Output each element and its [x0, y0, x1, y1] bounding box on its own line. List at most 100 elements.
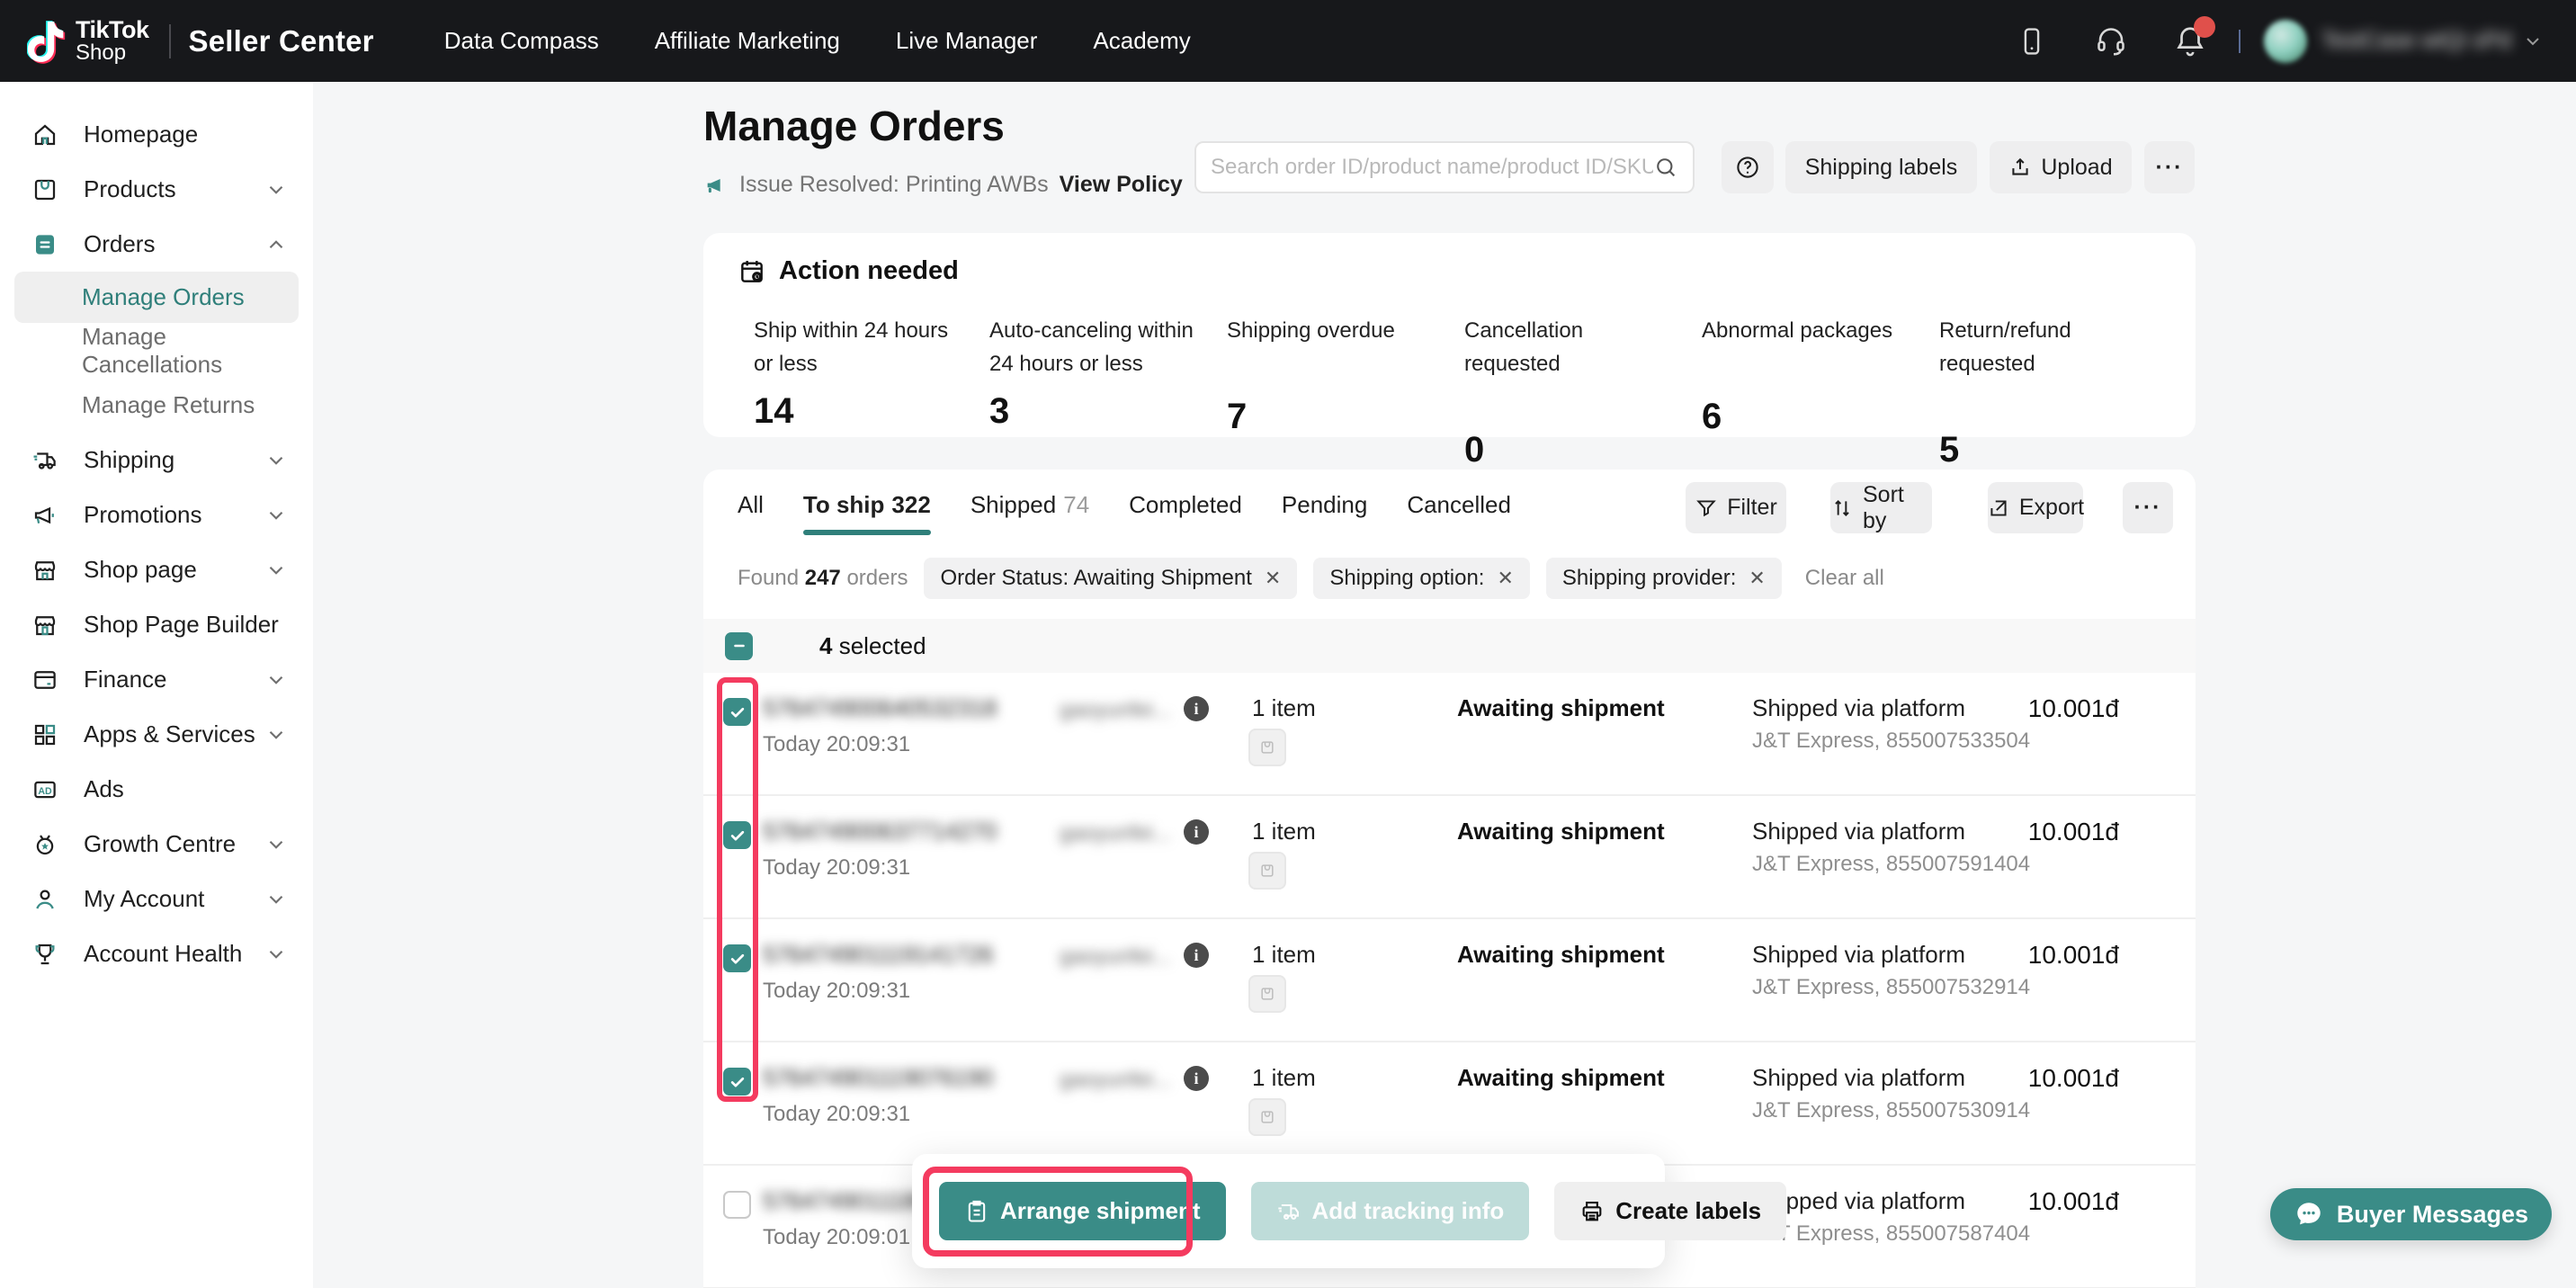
order-status: Awaiting shipment [1457, 818, 1665, 845]
buyer-messages-button[interactable]: Buyer Messages [2270, 1188, 2552, 1240]
stat-ship-within-24h[interactable]: Ship within 24 hours or less 14 [754, 314, 970, 432]
tab-to-ship[interactable]: To ship322 [803, 491, 931, 535]
view-policy-link[interactable]: View Policy [1060, 172, 1183, 198]
help-button[interactable] [1722, 141, 1774, 193]
stat-auto-canceling[interactable]: Auto-canceling within 24 hours or less 3 [989, 314, 1205, 432]
nav-item-live-manager[interactable]: Live Manager [896, 27, 1038, 55]
tab-cancelled[interactable]: Cancelled [1407, 491, 1511, 535]
clear-all-filters[interactable]: Clear all [1805, 566, 1884, 591]
row-checkbox[interactable] [723, 1191, 751, 1219]
row-checkbox[interactable] [723, 821, 751, 849]
upload-button[interactable]: Upload [1990, 141, 2132, 193]
buyer-name[interactable]: gaoyunfei... [1060, 698, 1171, 723]
order-id[interactable]: 576474900637714270 [763, 818, 997, 845]
shipping-labels-button[interactable]: Shipping labels [1785, 141, 1977, 193]
upload-icon [2008, 156, 2032, 179]
order-id[interactable]: 576474900640532318 [763, 694, 997, 722]
stat-shipping-overdue[interactable]: Shipping overdue 7 [1227, 314, 1443, 437]
product-thumbnail[interactable] [1248, 852, 1286, 890]
tab-completed[interactable]: Completed [1129, 491, 1242, 535]
headset-support-icon[interactable] [2093, 23, 2129, 59]
nav-item-affiliate-marketing[interactable]: Affiliate Marketing [655, 27, 840, 55]
info-icon[interactable]: i [1184, 943, 1209, 968]
order-id[interactable]: 576474901119076190 [763, 1064, 993, 1092]
add-tracking-info-button[interactable]: Add tracking info [1251, 1182, 1530, 1240]
chat-bubble-icon [2294, 1199, 2324, 1230]
buyer-name[interactable]: gaoyunfei... [1060, 1068, 1171, 1093]
close-icon[interactable]: ✕ [1265, 567, 1281, 590]
sidebar-item-shop-page[interactable]: Shop page [0, 542, 313, 597]
row-checkbox[interactable] [723, 698, 751, 726]
sidebar-item-apps-services[interactable]: Apps & Services [0, 707, 313, 762]
tab-pending[interactable]: Pending [1282, 491, 1367, 535]
filter-label: Filter [1727, 495, 1777, 521]
stat-cancellation-requested[interactable]: Cancellation requested 0 [1464, 314, 1680, 470]
sidebar-item-account-health[interactable]: Account Health [0, 926, 313, 981]
order-status: Awaiting shipment [1457, 941, 1665, 969]
filter-button[interactable]: Filter [1686, 482, 1786, 533]
sidebar-item-orders[interactable]: Orders [0, 217, 313, 272]
sidebar-item-growth-centre[interactable]: Growth Centre [0, 817, 313, 872]
info-icon[interactable]: i [1184, 696, 1209, 721]
close-icon[interactable]: ✕ [1749, 567, 1765, 590]
mobile-app-icon[interactable] [2014, 23, 2050, 59]
row-checkbox[interactable] [723, 1068, 751, 1096]
table-row[interactable]: 576474901119076190 Today 20:09:31 gaoyun… [703, 1042, 2196, 1166]
sidebar-item-finance[interactable]: Finance [0, 652, 313, 707]
table-row[interactable]: 576474900640532318 Today 20:09:31 gaoyun… [703, 673, 2196, 796]
filter-chip-shipping-option[interactable]: Shipping option: ✕ [1313, 558, 1530, 599]
create-labels-button[interactable]: Create labels [1554, 1182, 1786, 1240]
tab-all[interactable]: All [738, 491, 764, 535]
sidebar-item-ads[interactable]: AD Ads [0, 762, 313, 817]
home-icon [31, 121, 58, 148]
product-thumbnail[interactable] [1248, 975, 1286, 1013]
table-row[interactable]: 576474900637714270 Today 20:09:31 gaoyun… [703, 796, 2196, 919]
nav-item-data-compass[interactable]: Data Compass [444, 27, 599, 55]
filter-chip-order-status[interactable]: Order Status: Awaiting Shipment ✕ [924, 558, 1297, 599]
sidebar-item-shop-page-builder[interactable]: Shop Page Builder [0, 597, 313, 652]
info-icon[interactable]: i [1184, 819, 1209, 845]
stat-abnormal-packages[interactable]: Abnormal packages 6 [1702, 314, 1918, 437]
order-id[interactable]: 576474901119141726 [763, 941, 993, 969]
stat-return-refund-requested[interactable]: Return/refund requested 5 [1939, 314, 2155, 470]
notifications-bell-icon[interactable] [2172, 23, 2208, 59]
tab-shipped[interactable]: Shipped74 [970, 491, 1089, 535]
account-menu[interactable]: TestCase wtQi sPd [2264, 20, 2544, 63]
filter-chip-shipping-provider[interactable]: Shipping provider: ✕ [1546, 558, 1782, 599]
table-more-button[interactable]: ··· [2123, 482, 2173, 533]
tiktok-note-icon [27, 18, 67, 65]
select-all-checkbox[interactable] [725, 632, 753, 660]
row-checkbox[interactable] [723, 944, 751, 972]
sidebar-item-homepage[interactable]: Homepage [0, 107, 313, 162]
product-thumbnail[interactable] [1248, 729, 1286, 766]
sidebar-item-promotions[interactable]: Promotions [0, 487, 313, 542]
buyer-name[interactable]: gaoyunfei... [1060, 944, 1171, 970]
sidebar-item-my-account[interactable]: My Account [0, 872, 313, 926]
sidebar-item-products[interactable]: Products [0, 162, 313, 217]
nav-item-academy[interactable]: Academy [1093, 27, 1190, 55]
sidebar-item-manage-cancellations[interactable]: Manage Cancellations [0, 323, 313, 378]
sidebar-item-shipping[interactable]: Shipping [0, 433, 313, 487]
sidebar-item-manage-orders[interactable]: Manage Orders [14, 272, 299, 323]
question-circle-icon [1734, 154, 1761, 181]
buyer-name[interactable]: gaoyunfei... [1060, 821, 1171, 846]
item-count: 1 item [1252, 941, 1316, 969]
sidebar-item-manage-returns[interactable]: Manage Returns [0, 378, 313, 433]
seller-center-title[interactable]: Seller Center [189, 24, 374, 58]
sort-by-button[interactable]: Sort by [1830, 482, 1932, 533]
selected-count-text: 4 selected [819, 632, 926, 660]
product-thumbnail[interactable] [1248, 1098, 1286, 1136]
arrange-shipment-button[interactable]: Arrange shipment [939, 1182, 1226, 1240]
tiktok-shop-logo[interactable]: TikTok Shop [27, 18, 149, 65]
chevron-down-icon [264, 504, 288, 527]
stat-value: 5 [1939, 430, 2155, 470]
info-icon[interactable]: i [1184, 1066, 1209, 1091]
export-button[interactable]: Export [1988, 482, 2083, 533]
table-row[interactable]: 576474901119141726 Today 20:09:31 gaoyun… [703, 919, 2196, 1042]
search-icon[interactable] [1653, 155, 1678, 180]
stat-label: Return/refund requested [1939, 314, 2155, 380]
action-needed-title: Action needed [779, 256, 959, 286]
header-more-button[interactable]: ··· [2144, 141, 2195, 193]
search-input[interactable] [1211, 155, 1653, 180]
close-icon[interactable]: ✕ [1497, 567, 1513, 590]
